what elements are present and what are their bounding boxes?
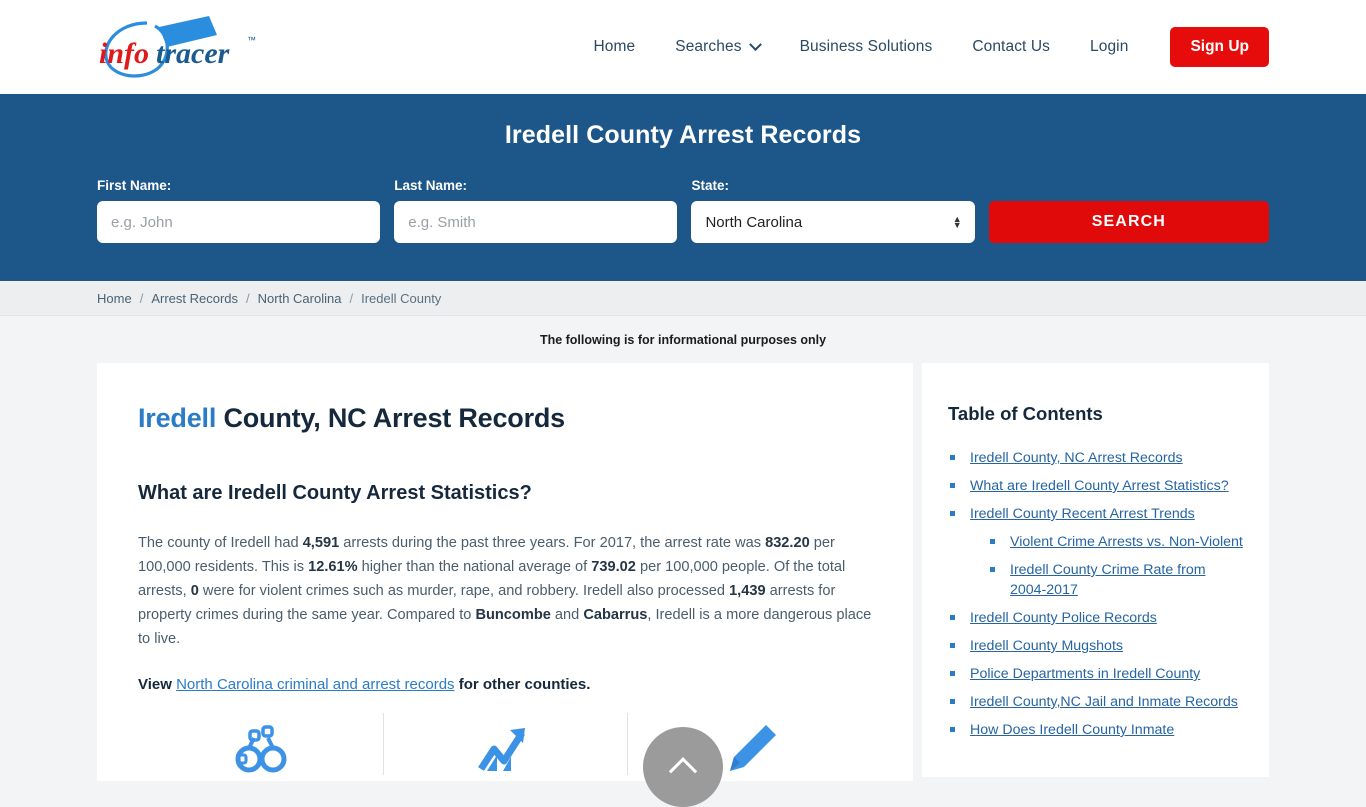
toc-item: Police Departments in Iredell County <box>948 664 1243 684</box>
toc-item: Iredell County,NC Jail and Inmate Record… <box>948 692 1243 712</box>
breadcrumb-separator: / <box>139 290 144 306</box>
toc-subitem: Violent Crime Arrests vs. Non-Violent <box>988 532 1243 552</box>
first-name-label: First Name: <box>97 178 172 193</box>
breadcrumb-separator: / <box>246 290 250 306</box>
toc-item: Iredell County, NC Arrest Records <box>948 448 1243 468</box>
toc-link-arrest-statistics[interactable]: What are Iredell County Arrest Statistic… <box>970 478 1229 494</box>
breadcrumb: Home / Arrest Records / North Carolina /… <box>97 291 441 306</box>
state-field-group: State: North Carolina ▲ ▼ <box>691 178 975 243</box>
last-name-input[interactable] <box>394 201 678 243</box>
para-text: and <box>550 607 584 623</box>
toc-link-mugshots[interactable]: Iredell County Mugshots <box>970 638 1123 654</box>
view-records-line: View North Carolina criminal and arrest … <box>138 673 872 697</box>
chevron-up-icon <box>668 757 698 786</box>
infotracer-logo[interactable]: info tracer ™ <box>97 13 272 83</box>
nav-label: Searches <box>675 38 742 55</box>
toc-subitem: Iredell County Crime Rate from 2004-2017 <box>988 560 1243 600</box>
search-form: First Name: Last Name: State: North Caro… <box>97 178 1269 243</box>
search-banner: Iredell County Arrest Records First Name… <box>0 94 1366 281</box>
north-carolina-records-link[interactable]: North Carolina criminal and arrest recor… <box>176 676 454 693</box>
compare-county-2: Cabarrus <box>583 607 648 623</box>
breadcrumb-separator: / <box>349 290 354 306</box>
last-name-field-group: Last Name: <box>394 178 678 243</box>
para-text: arrests during the past three years. For… <box>339 535 766 551</box>
state-label: State: <box>691 178 729 193</box>
disclaimer-text: The following is for informational purpo… <box>539 333 827 347</box>
toc-link-recent-arrest-trends[interactable]: Iredell County Recent Arrest Trends <box>970 506 1195 522</box>
feature-cell-trends[interactable] <box>382 713 628 781</box>
scroll-to-top-button[interactable] <box>643 727 723 807</box>
banner-title: Iredell County Arrest Records <box>504 121 862 149</box>
stat-arrest-rate: 832.20 <box>765 535 810 551</box>
breadcrumb-item-iredell-county: Iredell County <box>361 290 442 306</box>
toc-item: Iredell County Police Records <box>948 608 1243 628</box>
toc-link-police-departments[interactable]: Police Departments in Iredell County <box>970 666 1200 682</box>
main-navigation: Home Searches Business Solutions Contact… <box>574 27 1269 67</box>
svg-text:™: ™ <box>247 35 256 45</box>
breadcrumb-item-north-carolina[interactable]: North Carolina <box>258 291 342 306</box>
last-name-label: Last Name: <box>394 178 468 193</box>
feature-cell-arrests[interactable] <box>138 721 383 781</box>
stat-national-average: 739.02 <box>591 559 636 575</box>
toc-list: Iredell County, NC Arrest Records What a… <box>948 448 1243 740</box>
svg-text:info: info <box>99 37 149 70</box>
table-of-contents-card: Table of Contents Iredell County, NC Arr… <box>922 363 1269 777</box>
page-title-rest: County, NC Arrest Records <box>216 403 565 433</box>
nav-label: Home <box>593 38 636 55</box>
article-card: Iredell County, NC Arrest Records What a… <box>97 363 913 781</box>
nav-item-business-solutions[interactable]: Business Solutions <box>780 38 953 56</box>
stat-property-crimes: 1,439 <box>729 583 766 599</box>
toc-link-police-records[interactable]: Iredell County Police Records <box>970 610 1157 626</box>
toc-item: How Does Iredell County Inmate <box>948 720 1243 740</box>
breadcrumb-item-arrest-records[interactable]: Arrest Records <box>151 291 238 306</box>
toc-title: Table of Contents <box>948 403 1103 424</box>
page-title-highlight: Iredell <box>138 403 217 433</box>
toc-item: What are Iredell County Arrest Statistic… <box>948 476 1243 496</box>
search-button[interactable]: SEARCH <box>988 201 1269 243</box>
stat-percent-higher: 12.61% <box>308 559 358 575</box>
para-text: The county of Iredell had <box>138 535 303 551</box>
toc-link-inmate-search[interactable]: How Does Iredell County Inmate <box>970 722 1174 738</box>
first-name-field-group: First Name: <box>97 178 381 243</box>
section-heading-statistics: What are Iredell County Arrest Statistic… <box>138 482 532 504</box>
para-text: were for violent crimes such as murder, … <box>198 583 730 599</box>
main-content: Iredell County, NC Arrest Records What a… <box>0 363 1366 781</box>
para-text: higher than the national average of <box>357 559 592 575</box>
first-name-input[interactable] <box>97 201 381 243</box>
toc-link-violent-vs-nonviolent[interactable]: Violent Crime Arrests vs. Non-Violent <box>1010 534 1243 550</box>
toc-link-jail-inmate-records[interactable]: Iredell County,NC Jail and Inmate Record… <box>970 694 1238 710</box>
toc-item: Iredell County Mugshots <box>948 636 1243 656</box>
sign-up-button[interactable]: Sign Up <box>1170 27 1269 67</box>
view-suffix: for other counties. <box>454 676 591 693</box>
breadcrumb-bar: Home / Arrest Records / North Carolina /… <box>0 281 1366 316</box>
statistics-paragraph: The county of Iredell had 4,591 arrests … <box>138 531 872 651</box>
nav-item-contact-us[interactable]: Contact Us <box>952 38 1070 56</box>
pen-icon <box>729 725 776 771</box>
svg-text:tracer: tracer <box>156 37 230 70</box>
toc-link-crime-rate-2004-2017[interactable]: Iredell County Crime Rate from 2004-2017 <box>1010 562 1206 598</box>
stat-total-arrests: 4,591 <box>302 535 340 551</box>
stat-violent-crimes: 0 <box>190 583 199 599</box>
logo-icon: info tracer ™ <box>99 16 256 78</box>
compare-county-1: Buncombe <box>475 607 551 623</box>
trending-up-icon <box>478 728 525 771</box>
nav-label: Contact Us <box>972 38 1050 55</box>
toc-link-arrest-records[interactable]: Iredell County, NC Arrest Records <box>970 450 1183 466</box>
nav-item-searches[interactable]: Searches <box>655 37 779 56</box>
feature-icon-strip <box>138 713 872 781</box>
toc-sublist: Violent Crime Arrests vs. Non-Violent Ir… <box>988 532 1243 600</box>
state-select[interactable]: North Carolina <box>691 201 975 243</box>
view-prefix: View <box>138 676 177 693</box>
site-header: info tracer ™ Home Searches Business Sol… <box>0 0 1366 94</box>
nav-item-home[interactable]: Home <box>574 38 656 56</box>
nav-label: Business Solutions <box>799 38 933 55</box>
nav-item-login[interactable]: Login <box>1070 38 1148 56</box>
chevron-down-icon <box>748 37 762 51</box>
breadcrumb-item-home[interactable]: Home <box>97 291 132 306</box>
nav-label: Login <box>1090 38 1129 55</box>
page-title: Iredell County, NC Arrest Records <box>138 403 872 434</box>
handcuffs-icon <box>235 725 287 773</box>
toc-item: Iredell County Recent Arrest Trends Viol… <box>948 504 1243 600</box>
